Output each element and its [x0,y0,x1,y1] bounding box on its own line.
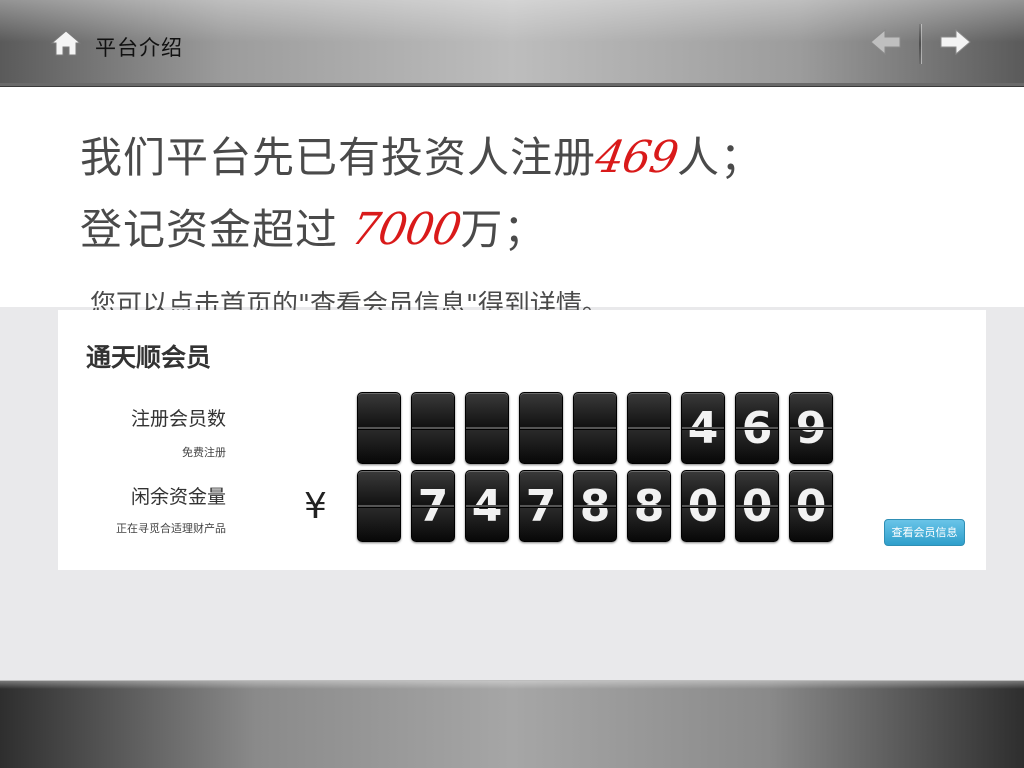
funds-label: 闲余资金量 [130,486,226,508]
top-bar: 平台介绍 [0,0,1024,87]
funds-sub: 正在寻觅合适理财产品 [116,522,226,535]
counter-digit: 0 [735,470,779,542]
funds-counter: 7 4 7 8 8 0 0 0 [357,470,833,542]
registered-sub: 免费注册 [182,446,226,459]
member-panel-title: 通天顺会员 [86,343,212,372]
counter-digit: 8 [573,470,617,542]
counter-digit [573,392,617,464]
intro-line-2-suffix: 万； [460,205,547,254]
intro-line-1-suffix: 人； [677,133,764,182]
bottom-bar [0,680,1024,768]
counter-digit [627,392,671,464]
counter-digit [357,392,401,464]
counter-digit: 4 [681,392,725,464]
counter-digit: 8 [627,470,671,542]
intro-line-1-prefix: 我们平台先已有投资人注册 [80,133,597,182]
counter-digit: 7 [519,470,563,542]
registered-counter: 4 6 9 [357,392,833,464]
registered-label: 注册会员数 [130,408,226,430]
view-member-info-button[interactable]: 查看会员信息 [884,519,965,546]
counter-digit [357,470,401,542]
counter-digit [519,392,563,464]
counter-digit: 7 [411,470,455,542]
intro-line-2: 登记资金超过 7000万； [80,196,546,257]
counter-digit [465,392,509,464]
counter-digit: 6 [735,392,779,464]
page: 平台介绍 我们平台先已有投资人注册469人； 登记资金超过 7000万； 您可以… [0,0,1024,768]
currency-symbol: ¥ [304,486,327,527]
counter-digit: 9 [789,392,833,464]
counter-digit [411,392,455,464]
intro-line-1: 我们平台先已有投资人注册469人； [80,124,763,185]
investor-count: 469 [591,132,682,183]
arrow-right-icon[interactable] [937,26,973,58]
home-icon[interactable] [50,28,82,58]
counter-digit: 0 [789,470,833,542]
nav-separator [919,24,922,64]
counter-digit: 0 [681,470,725,542]
page-title: 平台介绍 [95,36,183,60]
funds-amount: 7000 [347,204,465,255]
intro-line-2-prefix: 登记资金超过 [80,205,353,254]
arrow-left-icon[interactable] [868,26,904,58]
counter-digit: 4 [465,470,509,542]
